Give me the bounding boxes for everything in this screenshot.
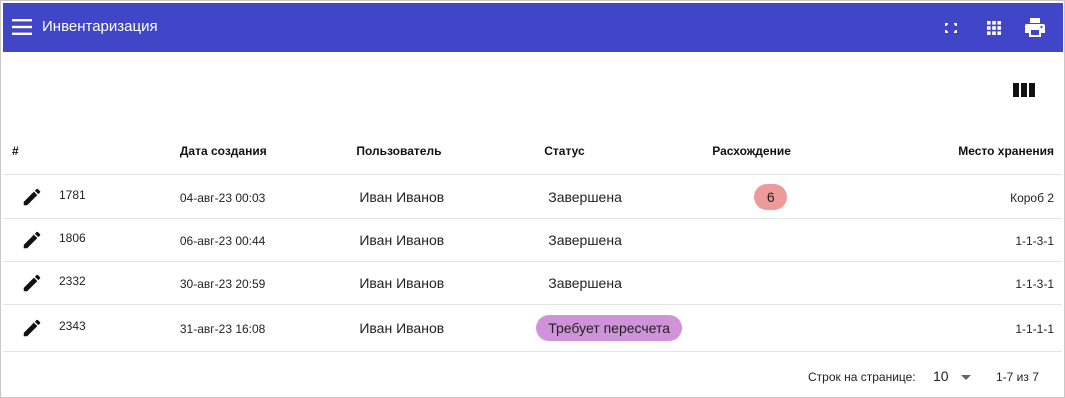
row-status: Завершена xyxy=(511,261,691,305)
edit-icon[interactable] xyxy=(21,186,43,208)
row-user: Иван Иванов xyxy=(332,174,512,219)
row-id: 1781 xyxy=(59,187,86,202)
row-status: Завершена xyxy=(511,174,691,219)
row-date: 04-авг-23 00:03 xyxy=(179,190,266,205)
row-id: 2332 xyxy=(59,274,86,288)
row-diff xyxy=(690,261,869,305)
column-header-status[interactable]: Статус xyxy=(511,128,691,175)
column-header-place[interactable]: Место хранения xyxy=(868,128,1062,175)
table-row[interactable]: 2343 31-авг-23 16:08 Иван Иванов Требует… xyxy=(3,304,1062,352)
edit-icon[interactable] xyxy=(21,272,43,294)
column-header-diff[interactable]: Расхождение xyxy=(690,128,869,175)
row-place: 1-1-1-1 xyxy=(1015,322,1054,336)
row-date: 06-авг-23 00:44 xyxy=(179,234,266,248)
status-badge: Требует пересчета xyxy=(536,315,683,341)
rows-per-page-select[interactable]: 10 xyxy=(933,368,949,384)
row-date: 30-авг-23 20:59 xyxy=(179,277,266,291)
pagination-range: 1-7 из 7 xyxy=(996,370,1039,384)
column-header-user[interactable]: Пользователь xyxy=(332,128,512,175)
edit-icon[interactable] xyxy=(21,229,43,251)
row-user: Иван Иванов xyxy=(332,218,512,262)
column-header-date[interactable]: Дата создания xyxy=(156,128,333,175)
row-user: Иван Иванов xyxy=(332,304,512,352)
page-title: Инвентаризация xyxy=(42,18,158,35)
edit-icon[interactable] xyxy=(21,317,43,339)
rows-per-page-label: Строк на странице: xyxy=(808,370,916,384)
print-icon[interactable] xyxy=(1023,16,1047,40)
row-user: Иван Иванов xyxy=(332,261,512,305)
row-place: Короб 2 xyxy=(1010,190,1054,205)
row-id: 2343 xyxy=(59,319,86,333)
menu-icon[interactable] xyxy=(12,18,32,36)
table-row[interactable]: 1806 06-авг-23 00:44 Иван Иванов Заверше… xyxy=(3,218,1062,262)
pagination: Строк на странице: 10 1-7 из 7 xyxy=(1,367,1064,387)
row-diff xyxy=(690,304,869,352)
row-diff xyxy=(690,218,869,262)
column-header-num[interactable]: # xyxy=(3,128,157,175)
row-id: 1806 xyxy=(59,231,86,245)
row-place: 1-1-3-1 xyxy=(1015,234,1054,248)
discrepancy-badge: 6 xyxy=(754,183,788,210)
row-place: 1-1-3-1 xyxy=(1015,277,1054,291)
row-date: 31-авг-23 16:08 xyxy=(179,322,266,336)
table-row[interactable]: 1781 04-авг-23 00:03 Иван Иванов Заверше… xyxy=(3,174,1062,219)
table-row[interactable]: 2332 30-авг-23 20:59 Иван Иванов Заверше… xyxy=(3,261,1062,305)
row-status: Завершена xyxy=(511,218,691,262)
fullscreen-icon[interactable] xyxy=(939,16,963,40)
apps-grid-icon[interactable] xyxy=(982,16,1006,40)
chevron-down-icon[interactable] xyxy=(959,370,973,384)
app-window: Инвентаризация # Дата создания Пользоват… xyxy=(0,0,1065,398)
view-columns-icon[interactable] xyxy=(1013,81,1035,99)
inventory-table: # Дата создания Пользователь Статус Расх… xyxy=(3,128,1062,352)
table-header-row: # Дата создания Пользователь Статус Расх… xyxy=(3,128,1062,175)
app-bar: Инвентаризация xyxy=(3,3,1063,52)
